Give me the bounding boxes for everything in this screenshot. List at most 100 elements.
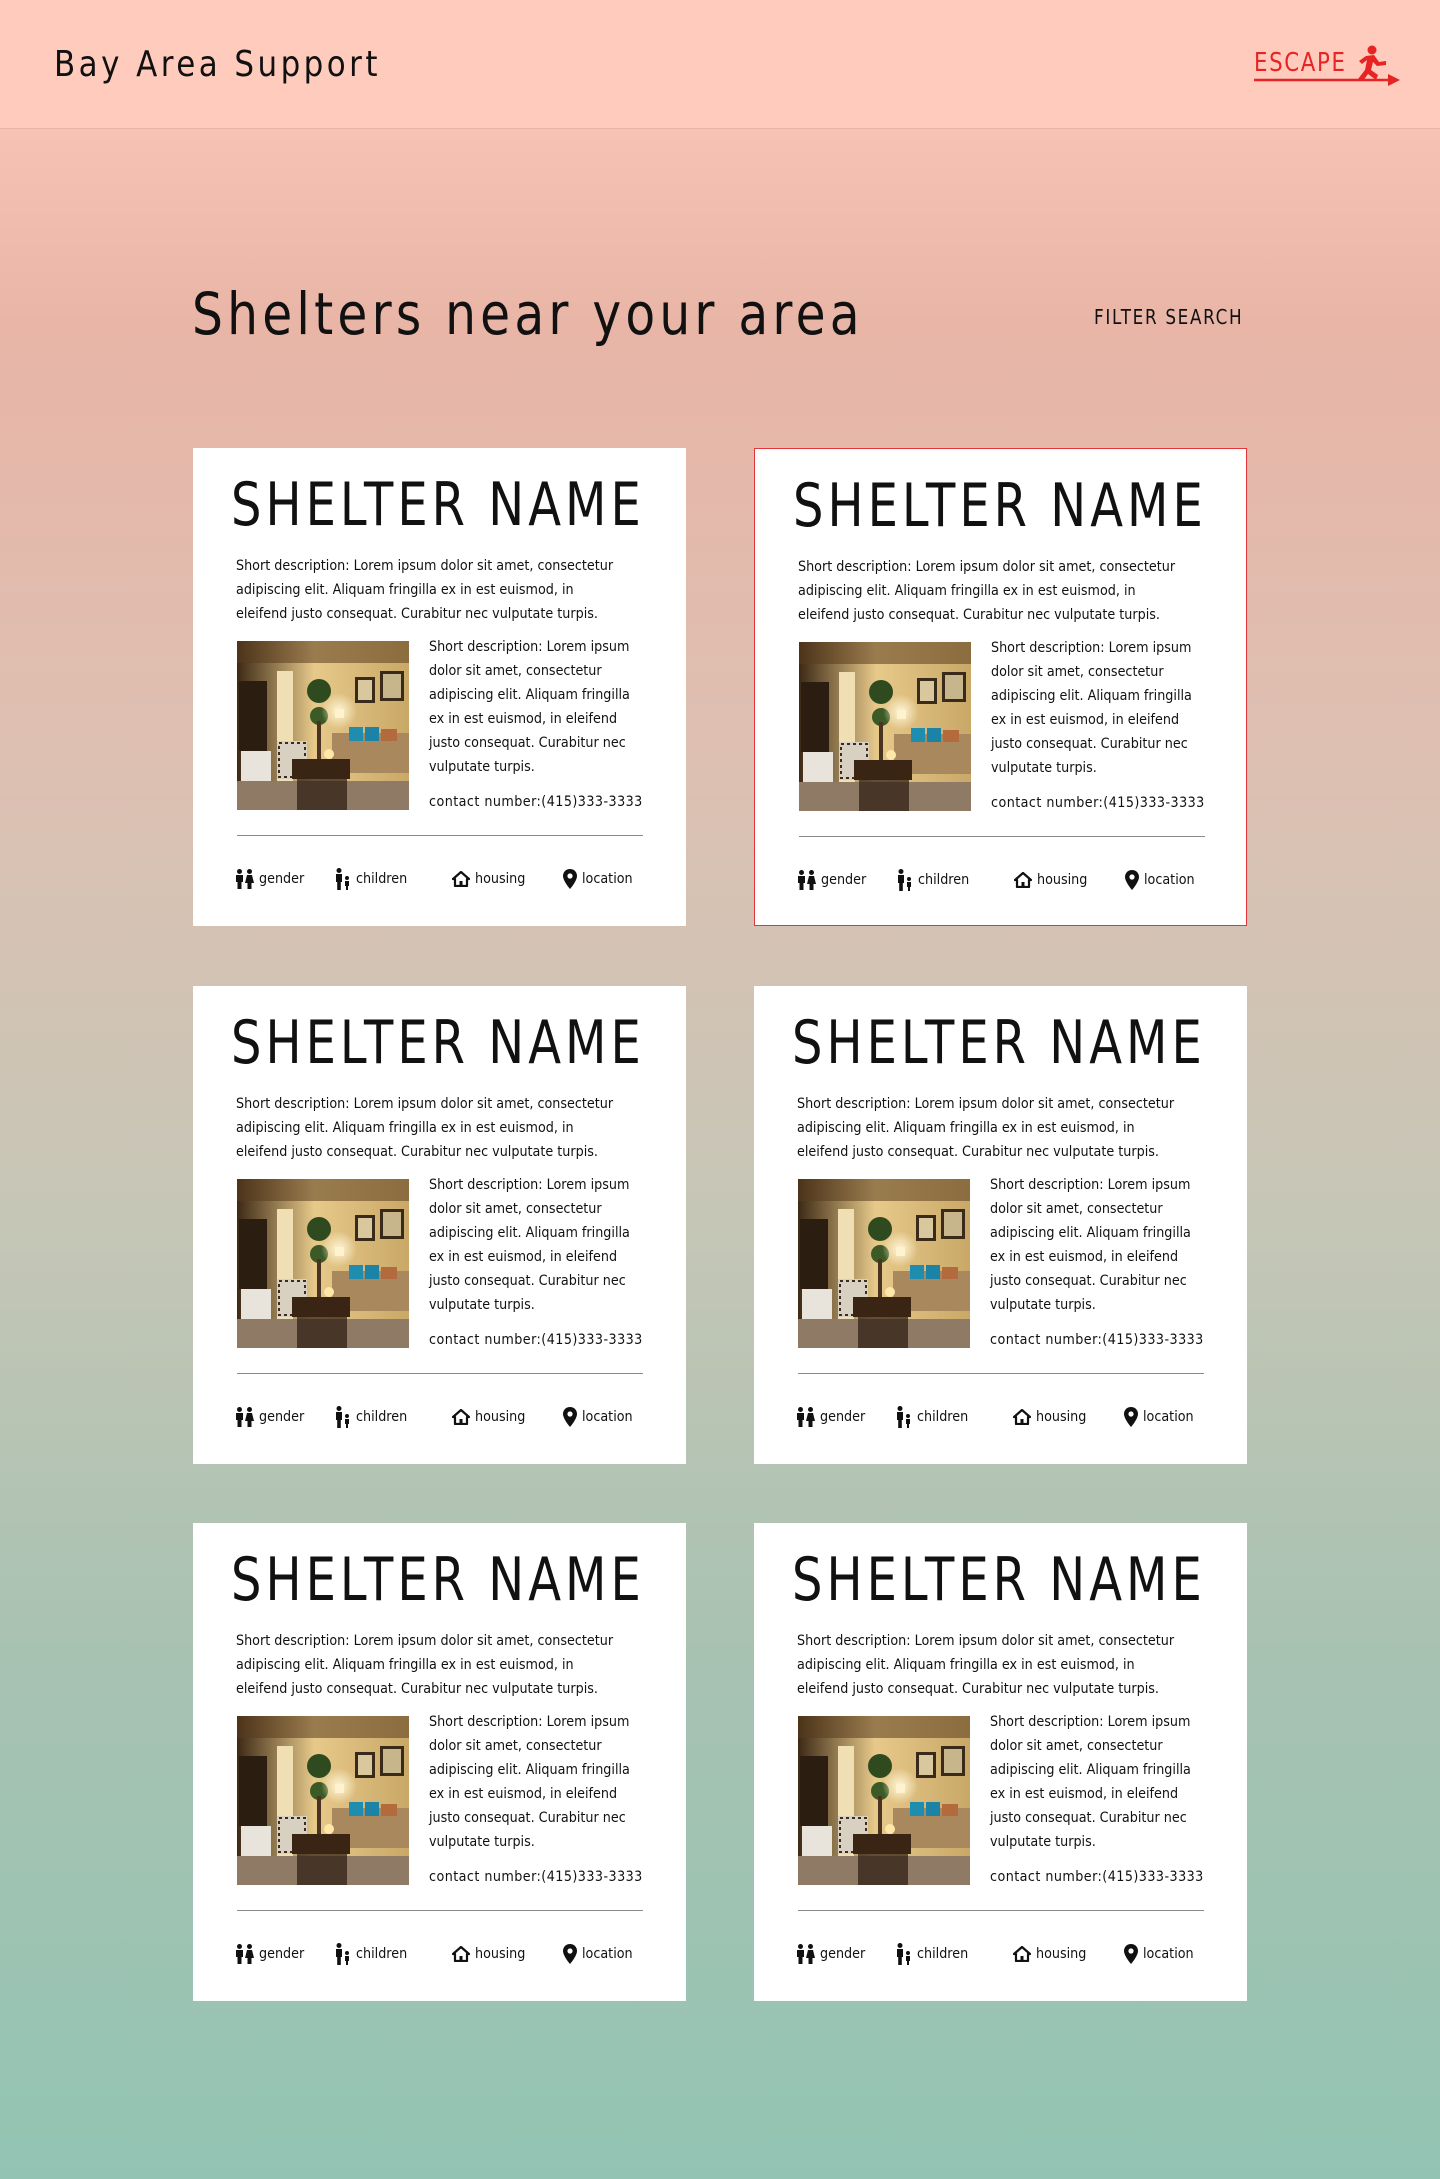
card-divider [237, 1910, 643, 1911]
shelter-name[interactable]: SHELTER NAME [231, 1545, 645, 1615]
card-divider [798, 1373, 1204, 1374]
shelter-photo[interactable] [799, 642, 971, 811]
children-icon [336, 868, 349, 890]
tag-children[interactable]: children [896, 1406, 975, 1428]
tag-housing-label: housing [475, 1409, 526, 1425]
gender-icon [236, 1944, 254, 1964]
tag-children-label: children [917, 1946, 969, 1962]
housing-icon [452, 1946, 470, 1962]
shelter-card[interactable]: SHELTER NAME Short description: Lorem ip… [193, 986, 686, 1464]
card-divider [237, 1373, 643, 1374]
housing-icon [1013, 1946, 1031, 1962]
shelter-short-description: Short description: Lorem ipsum dolor sit… [236, 1096, 614, 1160]
tag-location[interactable]: location [563, 1943, 640, 1965]
tag-housing[interactable]: housing [452, 1406, 532, 1428]
tag-gender[interactable]: gender [235, 868, 310, 890]
shelter-detail-description: Short description: Lorem ipsum dolor sit… [429, 1714, 630, 1850]
shelter-photo[interactable] [798, 1179, 970, 1348]
shelter-name[interactable]: SHELTER NAME [792, 1008, 1206, 1078]
shelter-name[interactable]: SHELTER NAME [231, 470, 645, 540]
shelter-name[interactable]: SHELTER NAME [792, 1545, 1206, 1615]
tag-children[interactable]: children [896, 1943, 975, 1965]
location-icon [1124, 1407, 1138, 1427]
tag-housing[interactable]: housing [1013, 1406, 1093, 1428]
shelter-short-description: Short description: Lorem ipsum dolor sit… [236, 558, 614, 622]
shelter-contact-number[interactable]: contact number:(415)333-3333 [990, 1869, 1204, 1885]
location-icon [1124, 1944, 1138, 1964]
shelter-detail-description: Short description: Lorem ipsum dolor sit… [990, 1177, 1191, 1313]
shelter-contact-number[interactable]: contact number:(415)333-3333 [990, 1332, 1204, 1348]
shelter-card[interactable]: SHELTER NAME Short description: Lorem ip… [754, 1523, 1247, 2001]
tag-housing[interactable]: housing [452, 868, 532, 890]
tag-children[interactable]: children [335, 868, 414, 890]
tag-location[interactable]: location [1124, 1406, 1201, 1428]
shelter-grid: SHELTER NAME Short description: Lorem ip… [0, 0, 1440, 2179]
shelter-photo[interactable] [237, 1716, 409, 1885]
shelter-short-description: Short description: Lorem ipsum dolor sit… [797, 1633, 1175, 1697]
tag-location-label: location [1143, 1409, 1194, 1425]
shelter-detail-description: Short description: Lorem ipsum dolor sit… [990, 1714, 1191, 1850]
shelter-contact-number[interactable]: contact number:(415)333-3333 [429, 794, 643, 810]
shelter-detail-description: Short description: Lorem ipsum dolor sit… [991, 640, 1192, 776]
tag-gender[interactable]: gender [235, 1406, 310, 1428]
card-divider [799, 836, 1205, 837]
gender-icon [236, 869, 254, 889]
shelter-card[interactable]: SHELTER NAME Short description: Lorem ip… [754, 986, 1247, 1464]
card-divider [237, 835, 643, 836]
shelter-photo[interactable] [237, 1179, 409, 1348]
housing-icon [1014, 872, 1032, 888]
tag-gender-label: gender [259, 1409, 305, 1425]
location-icon [1125, 870, 1139, 890]
tag-gender[interactable]: gender [796, 1406, 871, 1428]
tag-gender-label: gender [820, 1946, 866, 1962]
shelter-card[interactable]: SHELTER NAME Short description: Lorem ip… [193, 1523, 686, 2001]
shelter-contact-number[interactable]: contact number:(415)333-3333 [429, 1869, 643, 1885]
tag-housing[interactable]: housing [452, 1943, 532, 1965]
tag-housing-label: housing [475, 871, 526, 887]
tag-children[interactable]: children [335, 1943, 414, 1965]
tag-children[interactable]: children [897, 869, 976, 891]
tag-location[interactable]: location [1125, 869, 1202, 891]
shelter-contact-number[interactable]: contact number:(415)333-3333 [991, 795, 1205, 811]
tag-location[interactable]: location [563, 868, 640, 890]
housing-icon [452, 1409, 470, 1425]
shelter-name[interactable]: SHELTER NAME [793, 471, 1207, 541]
children-icon [897, 1406, 910, 1428]
tag-gender[interactable]: gender [797, 869, 872, 891]
location-icon [563, 869, 577, 889]
tag-housing[interactable]: housing [1014, 869, 1094, 891]
tag-location-label: location [1143, 1946, 1194, 1962]
shelter-contact-number[interactable]: contact number:(415)333-3333 [429, 1332, 643, 1348]
tag-housing-label: housing [1036, 1946, 1087, 1962]
shelter-short-description: Short description: Lorem ipsum dolor sit… [236, 1633, 614, 1697]
tag-gender-label: gender [820, 1409, 866, 1425]
housing-icon [1013, 1409, 1031, 1425]
children-icon [336, 1943, 349, 1965]
tag-location-label: location [582, 1409, 633, 1425]
tag-gender[interactable]: gender [796, 1943, 871, 1965]
shelter-name[interactable]: SHELTER NAME [231, 1008, 645, 1078]
tag-location[interactable]: location [1124, 1943, 1201, 1965]
tag-children-label: children [917, 1409, 969, 1425]
children-icon [897, 1943, 910, 1965]
shelter-card[interactable]: SHELTER NAME Short description: Lorem ip… [193, 448, 686, 926]
shelter-short-description: Short description: Lorem ipsum dolor sit… [797, 1096, 1175, 1160]
shelter-photo[interactable] [798, 1716, 970, 1885]
tag-gender-label: gender [259, 1946, 305, 1962]
tag-location-label: location [582, 1946, 633, 1962]
card-divider [798, 1910, 1204, 1911]
shelter-photo[interactable] [237, 641, 409, 810]
tag-children-label: children [918, 872, 970, 888]
children-icon [336, 1406, 349, 1428]
shelter-short-description: Short description: Lorem ipsum dolor sit… [798, 559, 1176, 623]
gender-icon [797, 1407, 815, 1427]
tag-gender-label: gender [259, 871, 305, 887]
shelter-card[interactable]: SHELTER NAME Short description: Lorem ip… [754, 448, 1247, 926]
tag-housing[interactable]: housing [1013, 1943, 1093, 1965]
tag-location-label: location [1144, 872, 1195, 888]
tag-location[interactable]: location [563, 1406, 640, 1428]
tag-children[interactable]: children [335, 1406, 414, 1428]
tag-children-label: children [356, 1946, 408, 1962]
location-icon [563, 1407, 577, 1427]
tag-gender[interactable]: gender [235, 1943, 310, 1965]
